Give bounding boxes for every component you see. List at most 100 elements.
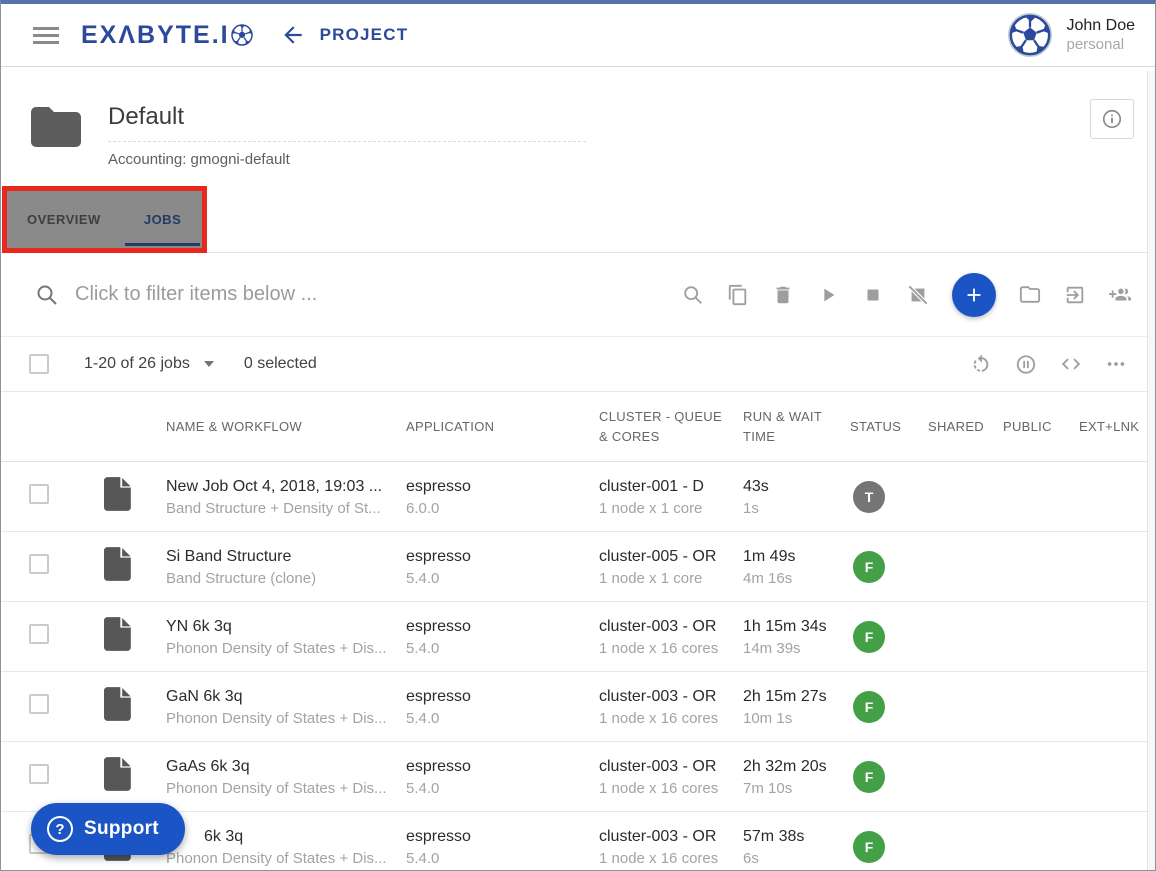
table-row[interactable]: GaAs 6k 3q Phonon Density of States + Di… — [1, 742, 1155, 812]
logo-ball-icon — [230, 23, 254, 47]
filter-input[interactable] — [73, 282, 682, 307]
pagination-range[interactable]: 1-20 of 26 jobs — [84, 355, 190, 373]
job-workflow: Phonon Density of States + Dis... — [166, 848, 406, 869]
job-workflow: Phonon Density of States + Dis... — [166, 638, 406, 659]
stop-icon — [862, 284, 884, 306]
menu-icon[interactable] — [33, 27, 59, 44]
delete-icon — [772, 284, 794, 306]
job-app-version: 5.4.0 — [406, 848, 599, 869]
duplicate-button[interactable] — [727, 284, 749, 306]
job-application: espresso — [406, 545, 599, 568]
job-cluster-queue: cluster-003 - OR — [599, 825, 743, 848]
table-header: NAME & WORKFLOW APPLICATION CLUSTER - QU… — [1, 392, 1155, 462]
select-all-checkbox[interactable] — [29, 354, 49, 374]
selection-toolbar: 1-20 of 26 jobs 0 selected — [1, 337, 1155, 392]
job-name[interactable]: Si Band Structure — [166, 545, 406, 568]
brand-text: EXΛBYTE.I — [81, 21, 230, 50]
search-icon — [35, 283, 59, 307]
code-view-button[interactable] — [1060, 353, 1082, 375]
file-icon — [104, 617, 132, 651]
add-icon — [963, 284, 985, 306]
col-application[interactable]: APPLICATION — [406, 417, 599, 437]
job-name[interactable]: 6k 3q — [166, 825, 406, 848]
job-name[interactable]: GaN 6k 3q — [166, 685, 406, 708]
tab-overview[interactable]: OVERVIEW — [7, 191, 121, 248]
row-checkbox[interactable] — [29, 694, 49, 714]
job-application: espresso — [406, 615, 599, 638]
col-public[interactable]: PUBLIC — [1003, 417, 1079, 437]
tab-jobs[interactable]: JOBS — [125, 191, 200, 248]
stop-button[interactable] — [862, 284, 884, 306]
col-shared[interactable]: SHARED — [928, 417, 1003, 437]
table-row[interactable]: New Job Oct 4, 2018, 19:03 ... Band Stru… — [1, 462, 1155, 532]
job-name[interactable]: YN 6k 3q — [166, 615, 406, 638]
job-wait-time: 14m 39s — [743, 638, 850, 659]
search-icon — [682, 284, 704, 306]
annotation-highlight-box: OVERVIEW JOBS — [2, 186, 207, 253]
brand-logo[interactable]: EXΛBYTE.I — [81, 21, 254, 50]
job-app-version: 5.4.0 — [406, 708, 599, 729]
project-accounting: Accounting: gmogni-default — [108, 142, 586, 168]
job-cluster-queue: cluster-003 - OR — [599, 755, 743, 778]
support-label: Support — [84, 818, 159, 840]
job-cores: 1 node x 1 core — [599, 498, 743, 519]
job-run-time: 2h 32m 20s — [743, 755, 850, 778]
support-button[interactable]: ? Support — [31, 803, 185, 855]
add-job-button[interactable] — [952, 273, 996, 317]
col-run-wait[interactable]: RUN & WAIT TIME — [743, 407, 850, 447]
user-menu[interactable]: John Doe personal — [1007, 12, 1136, 58]
job-wait-time: 1s — [743, 498, 850, 519]
col-cluster[interactable]: CLUSTER - QUEUE & CORES — [599, 407, 743, 447]
status-badge: F — [853, 621, 885, 653]
code-icon — [1060, 353, 1082, 375]
move-jobs-button[interactable] — [1064, 284, 1086, 306]
row-checkbox[interactable] — [29, 624, 49, 644]
job-workflow: Phonon Density of States + Dis... — [166, 778, 406, 799]
col-extlnk[interactable]: EXT+LNK — [1079, 417, 1155, 437]
more-icon — [1105, 353, 1127, 375]
user-name: John Doe — [1067, 16, 1136, 36]
share-button[interactable] — [1109, 284, 1131, 306]
refresh-button[interactable] — [970, 353, 992, 375]
job-wait-time: 10m 1s — [743, 708, 850, 729]
table-row[interactable]: Si Band Structure Band Structure (clone)… — [1, 532, 1155, 602]
run-button[interactable] — [817, 284, 839, 306]
app-window: EXΛBYTE.I PROJECT — [0, 0, 1156, 871]
file-icon — [104, 547, 132, 581]
job-cluster-queue: cluster-003 - OR — [599, 615, 743, 638]
pause-button[interactable] — [1015, 353, 1037, 375]
project-header: Default Accounting: gmogni-default — [1, 67, 1155, 186]
back-arrow-icon[interactable] — [280, 22, 306, 48]
col-name-workflow[interactable]: NAME & WORKFLOW — [166, 417, 406, 437]
breadcrumb-section[interactable]: PROJECT — [320, 25, 409, 45]
job-cores: 1 node x 16 cores — [599, 708, 743, 729]
filter-bar — [1, 253, 1155, 337]
search-button[interactable] — [682, 284, 704, 306]
job-app-version: 5.4.0 — [406, 568, 599, 589]
col-status[interactable]: STATUS — [850, 417, 928, 437]
cancel-button[interactable] — [907, 284, 929, 306]
delete-button[interactable] — [772, 284, 794, 306]
row-checkbox[interactable] — [29, 484, 49, 504]
job-run-time: 57m 38s — [743, 825, 850, 848]
job-cores: 1 node x 16 cores — [599, 848, 743, 869]
refresh-icon — [970, 353, 992, 376]
job-wait-time: 4m 16s — [743, 568, 850, 589]
avatar-ball-icon — [1007, 12, 1053, 58]
project-title: Default — [108, 103, 586, 142]
row-checkbox[interactable] — [29, 764, 49, 784]
table-row[interactable]: YN 6k 3q Phonon Density of States + Dis.… — [1, 602, 1155, 672]
more-button[interactable] — [1105, 353, 1127, 375]
cancel-icon — [907, 284, 929, 306]
job-workflow: Band Structure (clone) — [166, 568, 406, 589]
job-name[interactable]: GaAs 6k 3q — [166, 755, 406, 778]
file-icon — [104, 757, 132, 791]
chevron-down-icon[interactable] — [204, 361, 214, 367]
job-app-version: 6.0.0 — [406, 498, 599, 519]
table-row[interactable]: GaN 6k 3q Phonon Density of States + Dis… — [1, 672, 1155, 742]
scrollbar[interactable] — [1147, 71, 1155, 870]
move-to-folder-button[interactable] — [1019, 284, 1041, 306]
info-button[interactable] — [1090, 99, 1134, 139]
job-name[interactable]: New Job Oct 4, 2018, 19:03 ... — [166, 475, 406, 498]
row-checkbox[interactable] — [29, 554, 49, 574]
